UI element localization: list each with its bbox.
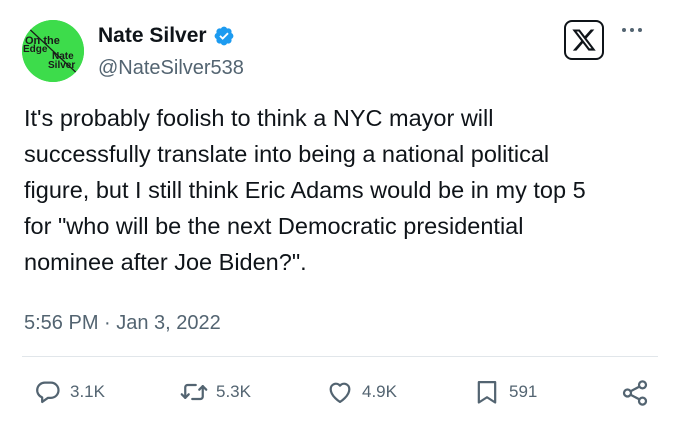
retweet-count: 5.3K: [216, 382, 251, 401]
author-name-row: Nate Silver: [98, 24, 235, 48]
avatar[interactable]: On the Edge Nate Silver: [22, 20, 84, 82]
reply-count: 3.1K: [70, 382, 105, 401]
avatar-text-line-2: Edge: [23, 44, 48, 55]
share-button[interactable]: [620, 378, 650, 408]
verified-badge-icon: [213, 25, 235, 47]
bookmark-count: 591: [509, 382, 538, 401]
retweet-icon: [180, 383, 208, 401]
tweet-timestamp[interactable]: 5:56 PM · Jan 3, 2022: [24, 312, 221, 335]
avatar-text-line-4: Silver: [48, 60, 75, 71]
like-button[interactable]: 4.9K: [326, 378, 397, 406]
bookmark-icon: [477, 380, 497, 404]
heart-icon: [329, 382, 351, 404]
share-icon: [622, 380, 648, 406]
retweet-button[interactable]: 5.3K: [180, 378, 251, 406]
bookmark-button[interactable]: 591: [473, 378, 537, 406]
tweet-actions-bar: 3.1K 5.3K 4.9K 591: [0, 378, 680, 414]
x-logo-icon[interactable]: [564, 20, 604, 60]
divider: [22, 356, 658, 357]
author-handle[interactable]: @NateSilver538: [98, 57, 244, 80]
more-icon[interactable]: [622, 28, 642, 32]
like-count: 4.9K: [362, 382, 397, 401]
reply-icon: [36, 381, 60, 404]
avatar-image: On the Edge Nate Silver: [22, 20, 84, 82]
author-display-name[interactable]: Nate Silver: [98, 24, 207, 48]
reply-button[interactable]: 3.1K: [34, 378, 105, 406]
tweet-text: It's probably foolish to think a NYC may…: [24, 105, 586, 275]
